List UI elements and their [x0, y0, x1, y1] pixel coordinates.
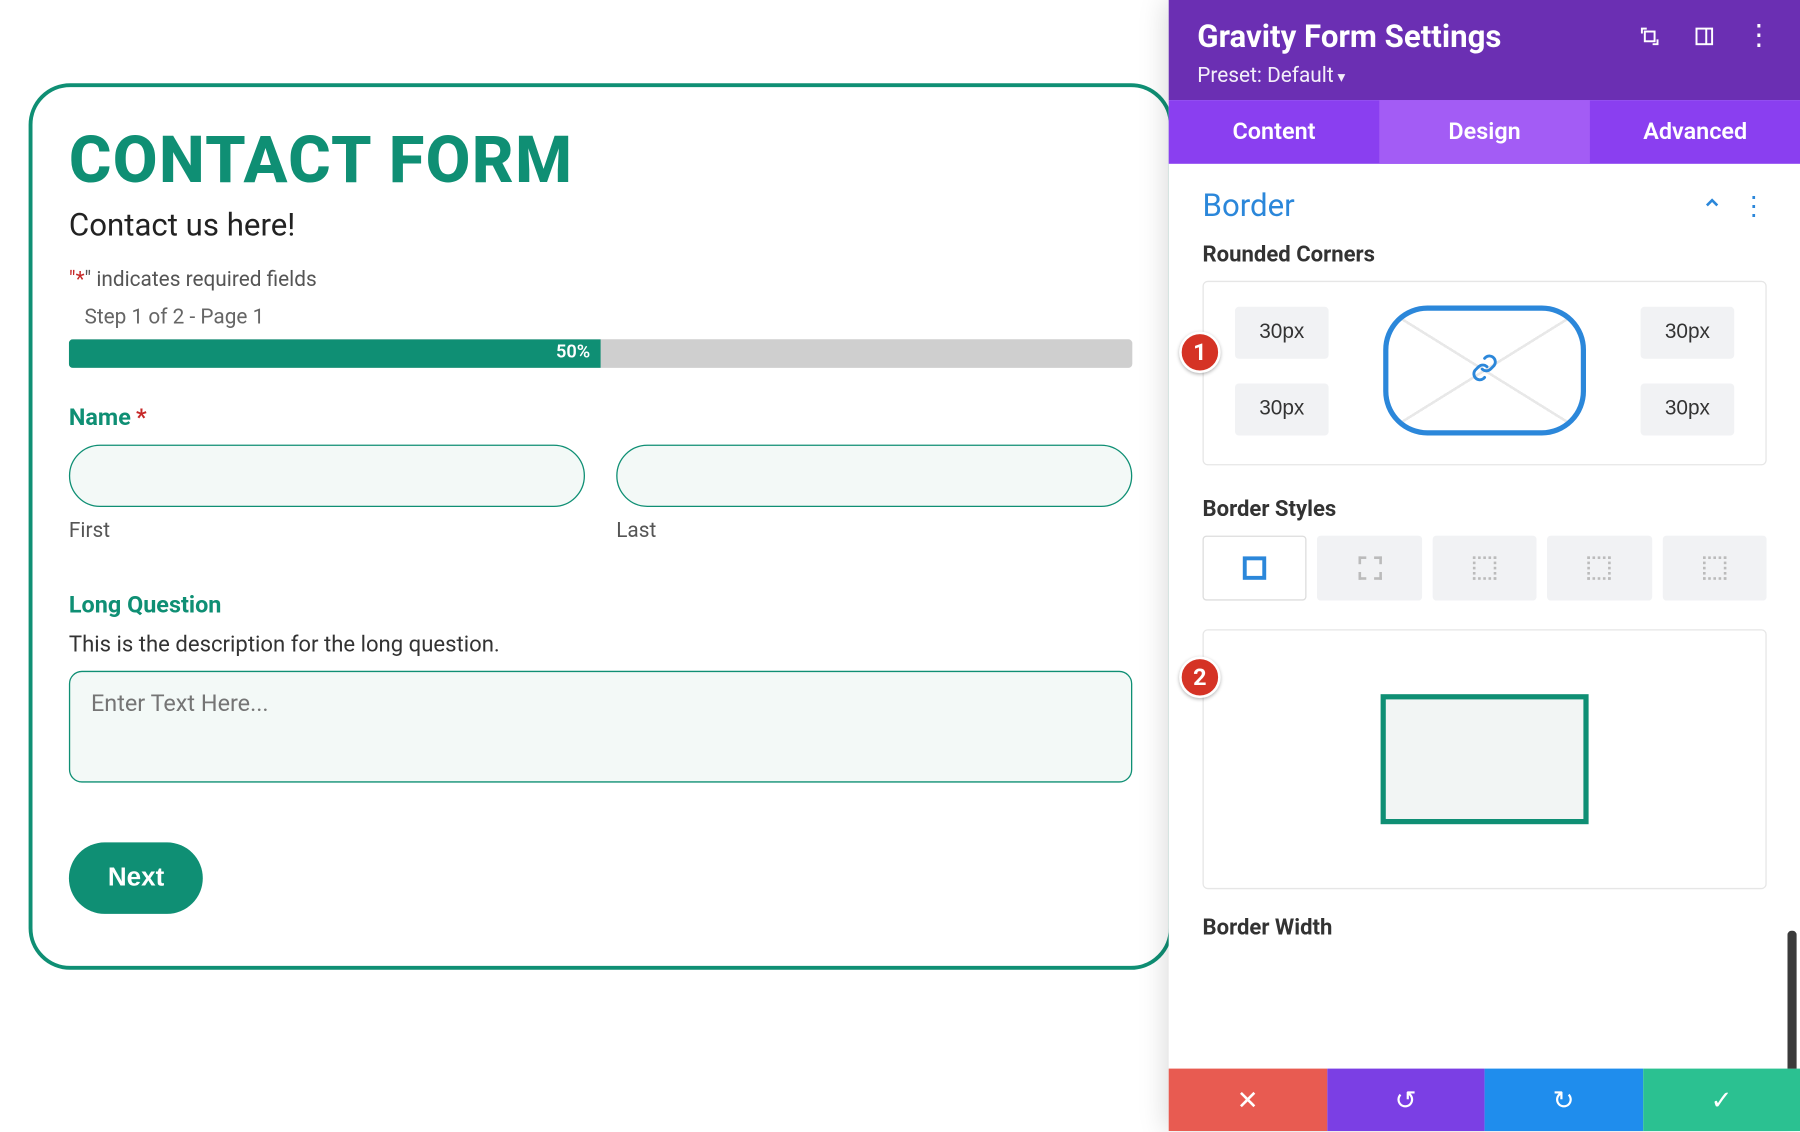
long-question-description: This is the description for the long que…: [69, 632, 1132, 658]
preset-dropdown[interactable]: Preset: Default: [1197, 62, 1772, 87]
required-star-icon: *: [136, 404, 147, 431]
more-menu-icon[interactable]: ⋮: [1746, 23, 1772, 49]
panel-tabs: Content Design Advanced: [1169, 100, 1800, 164]
next-button[interactable]: Next: [69, 842, 203, 914]
panel-body: Border ⋮ Rounded Corners: [1169, 164, 1800, 1069]
redo-icon: ↻: [1553, 1084, 1575, 1115]
tab-advanced[interactable]: Advanced: [1590, 100, 1800, 164]
form-preview-card: CONTACT FORM Contact us here! "*" indica…: [29, 83, 1173, 970]
border-preview-rect: [1381, 694, 1589, 824]
border-style-option-3[interactable]: [1432, 536, 1537, 601]
long-question-label: Long Question: [69, 592, 1132, 619]
last-name-sublabel: Last: [616, 517, 1132, 542]
corner-top-left-input[interactable]: [1235, 306, 1329, 358]
expand-icon[interactable]: [1637, 23, 1663, 49]
form-subtitle: Contact us here!: [69, 207, 1132, 243]
border-width-label: Border Width: [1203, 915, 1767, 941]
dock-icon[interactable]: [1691, 23, 1717, 49]
progress-fill: 50%: [69, 339, 601, 368]
undo-icon: ↺: [1395, 1084, 1417, 1115]
corner-top-right-input[interactable]: [1641, 306, 1735, 358]
border-preview-box: [1203, 629, 1767, 889]
last-name-input[interactable]: [616, 445, 1132, 507]
tab-design[interactable]: Design: [1379, 100, 1590, 164]
form-title: CONTACT FORM: [69, 123, 1132, 198]
undo-button[interactable]: ↺: [1327, 1069, 1485, 1131]
border-style-option-5[interactable]: [1662, 536, 1767, 601]
first-name-sublabel: First: [69, 517, 585, 542]
check-icon: ✓: [1711, 1084, 1733, 1115]
square-dotted-icon: [1588, 556, 1611, 579]
border-styles-row: [1203, 536, 1767, 601]
callout-badge-1: 1: [1179, 332, 1221, 374]
redo-button[interactable]: ↻: [1485, 1069, 1643, 1131]
border-style-option-4[interactable]: [1547, 536, 1652, 601]
corner-bottom-left-input[interactable]: [1235, 383, 1329, 435]
step-indicator: Step 1 of 2 - Page 1: [85, 304, 1133, 329]
border-styles-label: Border Styles: [1203, 497, 1767, 523]
tab-content[interactable]: Content: [1169, 100, 1380, 164]
cancel-button[interactable]: ✕: [1169, 1069, 1327, 1131]
settings-panel: Gravity Form Settings ⋮ Preset: Default …: [1169, 0, 1800, 1131]
square-dashed-icon: [1358, 556, 1381, 579]
corner-preview-shape: [1383, 306, 1586, 436]
long-question-textarea[interactable]: [69, 671, 1132, 783]
corner-bottom-right-input[interactable]: [1641, 383, 1735, 435]
scrollbar-thumb[interactable]: [1787, 931, 1796, 1069]
section-more-icon[interactable]: ⋮: [1741, 190, 1767, 221]
link-values-icon[interactable]: [1470, 354, 1499, 388]
panel-title: Gravity Form Settings: [1197, 18, 1501, 54]
panel-header: Gravity Form Settings ⋮ Preset: Default: [1169, 0, 1800, 100]
rounded-corners-label: Rounded Corners: [1203, 242, 1767, 268]
name-field-label: Name*: [69, 404, 1132, 431]
save-button[interactable]: ✓: [1643, 1069, 1800, 1131]
square-icon: [1243, 556, 1266, 579]
progress-bar: 50%: [69, 339, 1132, 368]
square-dotted-icon: [1473, 556, 1496, 579]
first-name-input[interactable]: [69, 445, 585, 507]
collapse-section-icon[interactable]: [1702, 192, 1723, 218]
progress-percent: 50%: [556, 342, 590, 363]
callout-badge-2: 2: [1179, 657, 1221, 699]
close-icon: ✕: [1237, 1084, 1259, 1115]
square-dotted-icon: [1703, 556, 1726, 579]
border-style-solid-button[interactable]: [1203, 536, 1308, 601]
panel-footer: ✕ ↺ ↻ ✓: [1169, 1069, 1800, 1131]
border-style-option-2[interactable]: [1317, 536, 1422, 601]
section-title-border: Border: [1203, 187, 1295, 223]
required-fields-note: "*" indicates required fields: [69, 267, 1132, 292]
rounded-corners-control: [1203, 281, 1767, 466]
